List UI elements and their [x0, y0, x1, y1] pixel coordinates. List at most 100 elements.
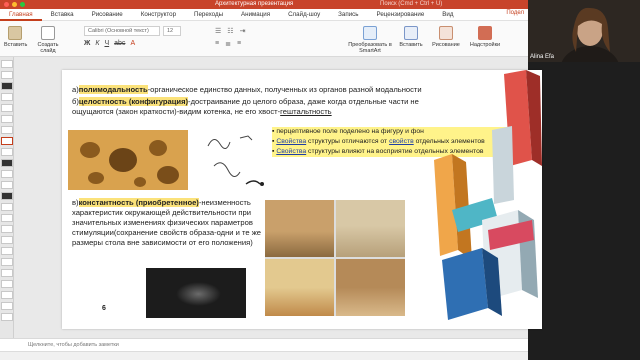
kitchen-photo — [336, 200, 405, 257]
share-button[interactable]: Подел — [506, 10, 524, 16]
current-slide[interactable]: а)полимодальность-органическое единство … — [62, 70, 542, 329]
kitchen-photos — [265, 200, 405, 316]
insert-shape-icon — [404, 26, 418, 40]
numbering-icon[interactable]: ☷ — [227, 27, 233, 35]
tab-1[interactable]: Вставка — [42, 9, 83, 21]
slide-thumbnail[interactable] — [1, 159, 13, 167]
tab-3[interactable]: Конструктор — [132, 9, 185, 21]
drawing-button[interactable]: Рисование — [430, 26, 462, 48]
font-size-select[interactable]: 12 — [163, 26, 181, 36]
indent-icon[interactable]: ⇥ — [240, 27, 246, 35]
slide-thumbnail[interactable] — [1, 258, 13, 266]
isometric-blocks — [422, 70, 542, 329]
slide-thumbnail[interactable] — [1, 115, 13, 123]
window-controls — [4, 1, 25, 7]
slide-thumbnail[interactable] — [1, 203, 13, 211]
paragraph-buttons: ☰ ☷ ⇥ — [215, 27, 245, 35]
slide-thumbnail[interactable] — [1, 192, 13, 200]
webcam-overlay: Alina Efa — [528, 0, 640, 62]
notes-pane[interactable]: Щелкните, чтобы добавить заметки — [0, 338, 528, 351]
addins-icon — [478, 26, 492, 40]
slide-canvas: а)полимодальность-органическое единство … — [14, 57, 542, 338]
page-number: 6 — [102, 305, 106, 312]
align-left-icon[interactable]: ≡ — [215, 40, 219, 48]
cheese-image — [68, 130, 188, 190]
tab-6[interactable]: Слайд-шоу — [279, 9, 329, 21]
ribbon-home: Вставить Создать слайд Calibri (Основной… — [0, 21, 528, 57]
paste-button[interactable]: Вставить — [4, 26, 27, 48]
smartart-button[interactable]: Преобразовать в SmartArt — [348, 26, 392, 54]
slide-thumbnail[interactable] — [1, 291, 13, 299]
align-buttons: ≡ ≣ ≡ — [215, 40, 241, 48]
slide-thumbnail[interactable] — [1, 93, 13, 101]
slide-thumbnail-current[interactable] — [1, 137, 13, 145]
bold-button[interactable]: Ж — [84, 40, 90, 47]
slide-thumbnail[interactable] — [1, 60, 13, 68]
slide-thumbnail[interactable] — [1, 247, 13, 255]
new-slide-icon — [41, 26, 55, 40]
slide-thumbnail[interactable] — [1, 148, 13, 156]
format-buttons: Ж К Ч abc A — [84, 40, 135, 47]
align-center-icon[interactable]: ≣ — [225, 40, 231, 48]
close-window-icon[interactable] — [4, 1, 9, 7]
text-line-a[interactable]: а)полимодальность-органическое единство … — [72, 85, 472, 95]
tab-4[interactable]: Переходы — [185, 9, 232, 21]
smartart-icon — [363, 26, 377, 40]
tab-8[interactable]: Рецензирование — [367, 9, 433, 21]
slide-thumbnails-panel[interactable] — [0, 57, 14, 338]
line-sketch-icon — [207, 135, 264, 186]
slide-thumbnail[interactable] — [1, 269, 13, 277]
kitchen-photo — [265, 200, 334, 257]
term-integrity: целостность (конфигурация) — [78, 97, 189, 106]
slide-thumbnail[interactable] — [1, 71, 13, 79]
slide-thumbnail[interactable] — [1, 225, 13, 233]
text-line-b[interactable]: б)целостность (конфигурация)-достраивани… — [72, 97, 472, 117]
sketch-drawings — [200, 126, 270, 196]
italic-button[interactable]: К — [95, 40, 99, 47]
person-video-icon — [528, 0, 640, 62]
tab-5[interactable]: Анимация — [232, 9, 279, 21]
slide-thumbnail[interactable] — [1, 126, 13, 134]
slide-thumbnail[interactable] — [1, 170, 13, 178]
kitchen-photo — [265, 259, 334, 316]
drawing-icon — [439, 26, 453, 40]
term-constancy: константность (приобретенное) — [78, 198, 199, 207]
slide-thumbnail[interactable] — [1, 280, 13, 288]
status-bar — [0, 351, 528, 360]
text-line-c[interactable]: в)константность (приобретенное)-неизменн… — [72, 198, 267, 248]
slide-thumbnail[interactable] — [1, 104, 13, 112]
tab-0[interactable]: Главная — [0, 9, 42, 21]
bullets-icon[interactable]: ☰ — [215, 27, 221, 35]
gestalt-link[interactable]: гештальтность — [280, 107, 331, 116]
new-slide-button[interactable]: Создать слайд — [34, 26, 62, 54]
font-color-icon[interactable]: A — [130, 40, 135, 47]
clipboard-icon — [8, 26, 22, 40]
dark-photo — [146, 268, 246, 318]
align-right-icon[interactable]: ≡ — [237, 40, 241, 48]
slide-thumbnail[interactable] — [1, 302, 13, 310]
slide-thumbnail[interactable] — [1, 82, 13, 90]
tab-9[interactable]: Вид — [433, 9, 462, 21]
powerpoint-window: Архитектурная презентация Поиск (Cmd + C… — [0, 0, 542, 360]
tab-2[interactable]: Рисование — [83, 9, 132, 21]
participant-name: Alina Efa — [530, 54, 555, 60]
underline-button[interactable]: Ч — [104, 40, 109, 47]
search-box[interactable]: Поиск (Cmd + Ctrl + U) — [380, 1, 442, 7]
slide-thumbnail[interactable] — [1, 236, 13, 244]
insert-button[interactable]: Вставить — [398, 26, 424, 48]
font-family-select[interactable]: Calibri (Основной текст) — [84, 26, 160, 36]
window-title: Архитектурная презентация — [215, 1, 294, 7]
slide-thumbnail[interactable] — [1, 313, 13, 321]
cheese-holes-icon — [80, 140, 179, 187]
kitchen-photo — [336, 259, 405, 316]
ribbon-tabs: Главная Вставка Рисование Конструктор Перехо… — [0, 9, 528, 21]
slide-thumbnail[interactable] — [1, 214, 13, 222]
term-polymodality: полимодальность — [78, 85, 148, 94]
slide-thumbnail[interactable] — [1, 181, 13, 189]
addins-button[interactable]: Надстройки — [468, 26, 502, 48]
strikethrough-button[interactable]: abc — [114, 40, 125, 47]
maximize-window-icon[interactable] — [20, 1, 25, 7]
isometric-blocks-icon — [434, 70, 542, 320]
tab-7[interactable]: Запись — [329, 9, 367, 21]
minimize-window-icon[interactable] — [12, 1, 17, 7]
